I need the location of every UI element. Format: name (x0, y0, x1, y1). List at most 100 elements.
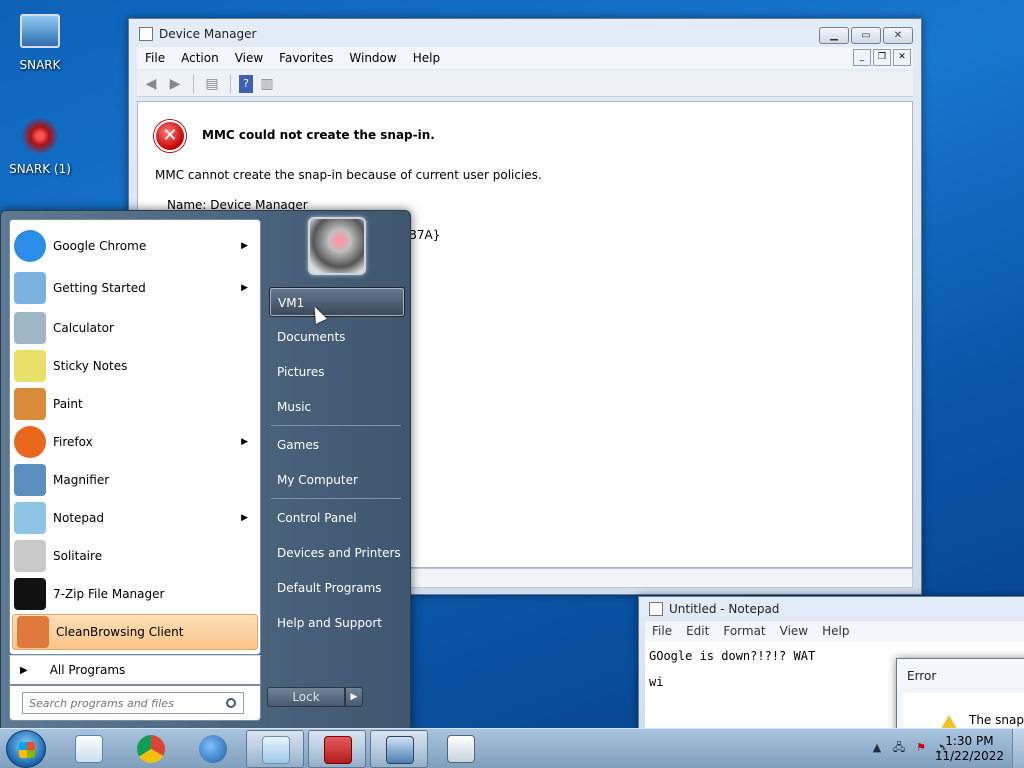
clock[interactable]: 1:30 PM 11/22/2022 (935, 734, 1004, 764)
start-menu-item[interactable]: Paint (10, 386, 260, 422)
menu-window[interactable]: Window (341, 51, 404, 65)
start-menu-place[interactable]: My Computer (269, 465, 405, 495)
start-menu-place[interactable]: Pictures (269, 357, 405, 387)
child-restore-button[interactable]: ❐ (873, 49, 891, 66)
start-menu-item[interactable]: Solitaire (10, 538, 260, 574)
start-menu-item-label: Notepad (53, 511, 104, 525)
network-globe-icon (199, 735, 227, 763)
dialog-title: Error (907, 669, 937, 683)
submenu-arrow-icon[interactable]: ▶ (241, 283, 248, 293)
start-menu-item[interactable]: 7-Zip File Manager (10, 576, 260, 612)
close-button[interactable]: ✕ (883, 27, 913, 44)
menu-bar: File Action View Favorites Window Help _… (137, 47, 913, 69)
taskbar-notepad[interactable] (246, 730, 304, 768)
child-close-button[interactable]: ✕ (893, 49, 911, 66)
start-menu-item-label: Firefox (53, 435, 93, 449)
show-hidden-icons-arrow-icon[interactable]: ▲ (870, 741, 884, 755)
start-menu-place[interactable]: Default Programs (269, 573, 405, 603)
start-menu-item-label: Solitaire (53, 549, 103, 563)
desktop-icon-label: SNARK (19, 58, 61, 72)
lock-button[interactable]: Lock (267, 687, 345, 707)
seven-zip-icon (14, 578, 46, 610)
maximize-button[interactable]: ▭ (851, 27, 881, 44)
device-manager-titlebar[interactable]: Device Manager (129, 19, 921, 49)
start-menu-place[interactable]: Music (269, 392, 405, 422)
start-menu-place[interactable]: Help and Support (269, 608, 405, 638)
all-programs-label: All Programs (49, 663, 126, 677)
start-menu-item[interactable]: Firefox ▶ (10, 424, 260, 460)
shutdown-options-arrow-icon[interactable]: ▶ (345, 687, 363, 707)
warning-icon (941, 715, 957, 729)
help-icon[interactable]: ? (239, 74, 253, 93)
action-center-flag-icon[interactable]: ⚑ (914, 741, 928, 755)
menu-format[interactable]: Format (716, 624, 772, 638)
menu-action[interactable]: Action (173, 51, 227, 65)
toolbar-separator (230, 74, 231, 93)
cleanbrowsing-icon (17, 616, 49, 648)
start-menu-item[interactable]: Getting Started ▶ (10, 270, 260, 306)
start-menu: Google Chrome ▶ Getting Started ▶ Calculator… (0, 210, 411, 730)
taskbar-network[interactable] (184, 730, 242, 768)
start-menu-separator (271, 498, 401, 499)
forward-arrow-icon[interactable]: ▶ (165, 75, 185, 93)
start-menu-place[interactable]: VM1 (269, 287, 405, 317)
show-desktop-button[interactable] (1012, 729, 1024, 768)
start-menu-item[interactable]: Notepad ▶ (10, 500, 260, 536)
menu-view[interactable]: View (773, 624, 815, 638)
computer-icon (20, 14, 60, 48)
start-menu-item-label: Sticky Notes (53, 359, 128, 373)
minimize-button[interactable]: ▁ (819, 27, 849, 44)
menu-edit[interactable]: Edit (679, 624, 716, 638)
start-menu-separator (271, 425, 401, 426)
start-menu-item-label: 7-Zip File Manager (53, 587, 165, 601)
search-input[interactable] (22, 692, 244, 714)
start-menu-place[interactable]: Games (269, 430, 405, 460)
menu-file[interactable]: File (137, 51, 173, 65)
start-menu-item[interactable]: Calculator (10, 310, 260, 346)
taskbar-chrome[interactable] (122, 730, 180, 768)
start-menu-item-label: Paint (53, 397, 83, 411)
menu-view[interactable]: View (227, 51, 271, 65)
submenu-arrow-icon[interactable]: ▶ (241, 513, 248, 523)
child-minimize-button[interactable]: _ (853, 49, 871, 66)
start-menu-place[interactable]: Control Panel (269, 503, 405, 533)
user-picture[interactable] (308, 217, 366, 275)
start-menu-item[interactable]: Sticky Notes (10, 348, 260, 384)
start-button[interactable] (6, 730, 46, 768)
taskbar-toolbox[interactable] (308, 730, 366, 768)
menu-file[interactable]: File (645, 624, 679, 638)
start-menu-item[interactable]: Google Chrome ▶ (10, 228, 260, 264)
menu-help[interactable]: Help (405, 51, 448, 65)
start-menu-item[interactable]: Magnifier (10, 462, 260, 498)
notepad-titlebar[interactable]: Untitled - Notepad (639, 597, 1024, 621)
taskbar-computer[interactable] (432, 730, 490, 768)
start-menu-item[interactable]: CleanBrowsing Client (12, 614, 258, 650)
start-menu-place[interactable]: Devices and Printers (269, 538, 405, 568)
start-menu-place[interactable]: Documents (269, 322, 405, 352)
search-icon[interactable] (226, 698, 236, 708)
all-programs-item[interactable]: ▶ All Programs (9, 655, 261, 685)
network-icon[interactable]: 🖧 (892, 741, 906, 755)
clock-date: 11/22/2022 (934, 749, 1004, 763)
back-arrow-icon[interactable]: ◀ (141, 75, 161, 93)
menu-favorites[interactable]: Favorites (271, 51, 341, 65)
error-message: MMC cannot create the snap-in because of… (155, 168, 542, 182)
magnifier-icon (14, 464, 46, 496)
window-title: Device Manager (159, 27, 257, 41)
toolbar: ◀ ▶ ▤ ? ▥ (137, 71, 913, 97)
desktop-icon-label: SNARK (1) (9, 162, 71, 176)
system-tray: ▲ 🖧 ⚑ 🔊 1:30 PM 11/22/2022 (834, 729, 1024, 768)
menu-help[interactable]: Help (815, 624, 856, 638)
error-dialog-titlebar[interactable]: Error (897, 659, 1024, 693)
submenu-arrow-icon[interactable]: ▶ (241, 437, 248, 447)
show-hide-console-tree-icon[interactable]: ▤ (202, 75, 222, 93)
desktop-icon-snark-1[interactable]: SNARK (1) (0, 114, 80, 176)
taskbar-device-manager[interactable] (370, 730, 428, 768)
paint-icon (14, 388, 46, 420)
solitaire-icon (14, 540, 46, 572)
show-hide-action-pane-icon[interactable]: ▥ (257, 75, 277, 93)
desktop-icon-snark[interactable]: SNARK (0, 10, 80, 72)
sticky-notes-icon (14, 350, 46, 382)
taskbar-media-player[interactable] (60, 730, 118, 768)
submenu-arrow-icon[interactable]: ▶ (241, 241, 248, 251)
